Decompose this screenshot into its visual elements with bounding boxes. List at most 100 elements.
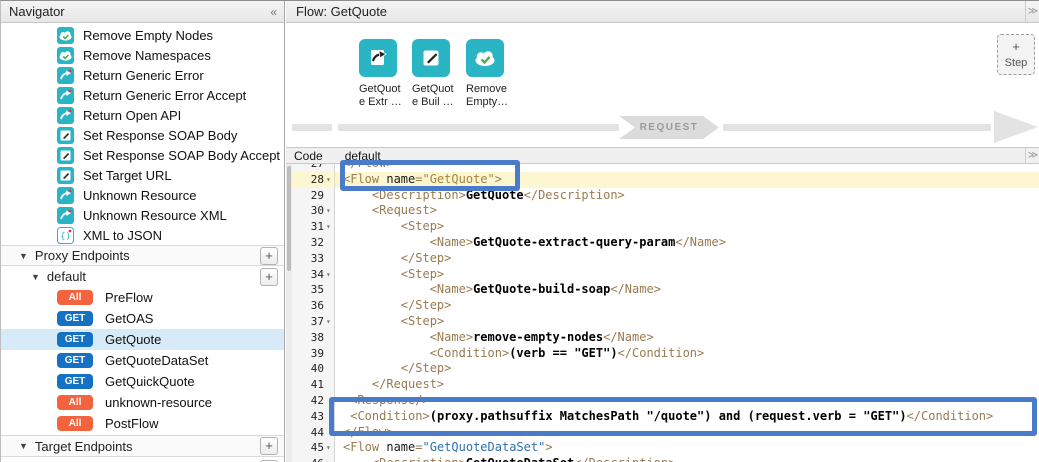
chevron-down-icon: ▼ [31,272,40,282]
code-line[interactable]: 36 </Step> [292,298,1039,314]
code-line[interactable]: 44</Flow> [292,425,1039,441]
chevron-down-icon: ▼ [19,251,28,261]
method-badge: All [57,290,93,305]
policy-label: Set Response SOAP Body [83,128,237,143]
line-number: 45 [311,440,324,456]
flow-name-label: GetQuoteDataSet [105,353,208,368]
endpoint-flow-item[interactable]: Allunknown-resource [1,392,285,413]
cloud-check-icon [466,39,504,77]
code-line[interactable]: 31▾ <Step> [292,219,1039,235]
code-line[interactable]: 46 <Description>GetQuoteDataSet</Descrip… [292,456,1039,462]
proxy-endpoints-header[interactable]: ▼ Proxy Endpoints + [1,245,285,266]
code-line[interactable]: 40 </Step> [292,361,1039,377]
flow-lane-segment [292,124,332,131]
policy-item[interactable]: Set Response SOAP Body [1,125,285,145]
endpoint-flow-item[interactable]: GETGetQuickQuote [1,371,285,392]
code-line[interactable]: 43 <Condition>(proxy.pathsuffix MatchesP… [292,409,1039,425]
code-line[interactable]: 37▾ <Step> [292,314,1039,330]
code-line[interactable]: 33 </Step> [292,251,1039,267]
flow-canvas[interactable]: GetQuot e Extr …GetQuot e Buil …Remove E… [286,23,1039,147]
endpoint-flow-item[interactable]: GETGetQuote [1,329,285,350]
code-line[interactable]: 35 <Name>GetQuote-build-soap</Name> [292,282,1039,298]
policy-item[interactable]: Return Generic Error Accept [1,85,285,105]
code-line[interactable]: 42 <Response/> [292,393,1039,409]
endpoint-flow-item[interactable]: AllPreFlow [1,287,285,308]
code-line[interactable]: 39 <Condition>(verb == "GET")</Condition… [292,346,1039,362]
fold-arrow-icon[interactable]: ▾ [324,203,334,219]
line-number: 41 [311,377,324,393]
proxy-endpoint-group-default[interactable]: ▼ default + [1,266,285,287]
code-line[interactable]: 41 </Request> [292,377,1039,393]
policy-item[interactable]: Set Response SOAP Body Accept [1,145,285,165]
group-label: default [47,269,86,284]
step-label: Remove Empty… [466,83,526,109]
collapse-panel-icon[interactable]: « [270,5,277,19]
code-line[interactable]: 29 <Description>GetQuote</Description> [292,188,1039,204]
code-editor[interactable]: 27</Flow>28▾<Flow name="GetQuote">29 <De… [286,164,1039,462]
policy-item[interactable]: Return Open API [1,105,285,125]
line-number: 37 [311,314,324,330]
flow-step[interactable]: GetQuot e Extr … [359,39,419,109]
line-number-gutter: 33 [292,251,335,267]
code-line[interactable]: 38 <Name>remove-empty-nodes</Name> [292,330,1039,346]
code-line[interactable]: 45▾<Flow name="GetQuoteDataSet"> [292,440,1039,456]
fold-arrow-icon[interactable]: ▾ [324,314,334,330]
add-target-endpoint-button[interactable]: + [260,437,278,455]
code-tab-default[interactable]: default [345,149,381,163]
code-label: Code [294,149,323,163]
fold-arrow-icon[interactable]: ▾ [324,172,334,188]
code-line[interactable]: 32 <Name>GetQuote-extract-query-param</N… [292,235,1039,251]
code-line[interactable]: 30▾ <Request> [292,203,1039,219]
svg-text:{): {) [60,232,71,242]
code-text: <Condition>(verb == "GET")</Condition> [335,346,704,362]
add-proxy-endpoint-button[interactable]: + [260,247,278,265]
line-number-gutter: 39 [292,346,335,362]
add-flow-button[interactable]: + [260,268,278,286]
flow-step[interactable]: Remove Empty… [466,39,526,109]
add-step-button[interactable]: + Step [997,34,1035,75]
fold-arrow-icon[interactable]: ▾ [324,219,334,235]
endpoint-flow-item[interactable]: GETGetOAS [1,308,285,329]
line-number-gutter: 43 [292,409,335,425]
policy-label: Remove Namespaces [83,48,211,63]
flow-name-label: GetQuote [105,332,161,347]
policy-label: XML to JSON [83,228,162,243]
scrollbar-thumb[interactable] [287,166,291,271]
expand-panel-icon[interactable]: ≫ [1025,148,1039,163]
request-lane-label: REQUEST [619,116,719,139]
line-number: 38 [311,330,324,346]
policy-label: Return Generic Error [83,68,204,83]
code-text: <Step> [335,314,444,330]
policy-item[interactable]: Remove Empty Nodes [1,25,285,45]
line-number-gutter: 35 [292,282,335,298]
fold-arrow-icon[interactable]: ▾ [324,440,334,456]
flow-step[interactable]: GetQuot e Buil … [412,39,472,109]
policy-item[interactable]: Set Target URL [1,165,285,185]
expand-panel-icon[interactable]: ≫ [1025,1,1039,22]
line-number: 34 [311,267,324,283]
target-endpoints-header[interactable]: ▼ Target Endpoints + [1,435,285,457]
endpoint-flow-item[interactable]: GETGetQuoteDataSet [1,350,285,371]
policy-item[interactable]: Remove Namespaces [1,45,285,65]
line-number: 42 [311,393,324,409]
plus-icon: + [1012,40,1020,54]
code-text: </Request> [335,377,444,393]
fold-arrow-icon[interactable]: ▾ [324,267,334,283]
code-line[interactable]: 34▾ <Step> [292,267,1039,283]
step-label: GetQuot e Extr … [359,83,419,109]
policy-item[interactable]: Return Generic Error [1,65,285,85]
extract-icon [359,39,397,77]
flow-title: Flow: GetQuote [296,4,387,19]
cloud-check-icon [57,27,74,44]
line-number-gutter: 37▾ [292,314,335,330]
target-endpoint-group-default[interactable]: ▼ default + [1,458,285,462]
code-line[interactable]: 27</Flow> [292,164,1039,172]
code-line[interactable]: 28▾<Flow name="GetQuote"> [292,172,1039,188]
navigator-scrollbar[interactable] [286,164,292,462]
policy-item[interactable]: Unknown Resource XML [1,205,285,225]
endpoint-flow-item[interactable]: AllPostFlow [1,413,285,434]
policy-item[interactable]: Unknown Resource [1,185,285,205]
policy-item[interactable]: {) XML to JSON [1,225,285,245]
line-number-gutter: 46 [292,456,335,462]
code-text: </Flow> [335,164,394,172]
